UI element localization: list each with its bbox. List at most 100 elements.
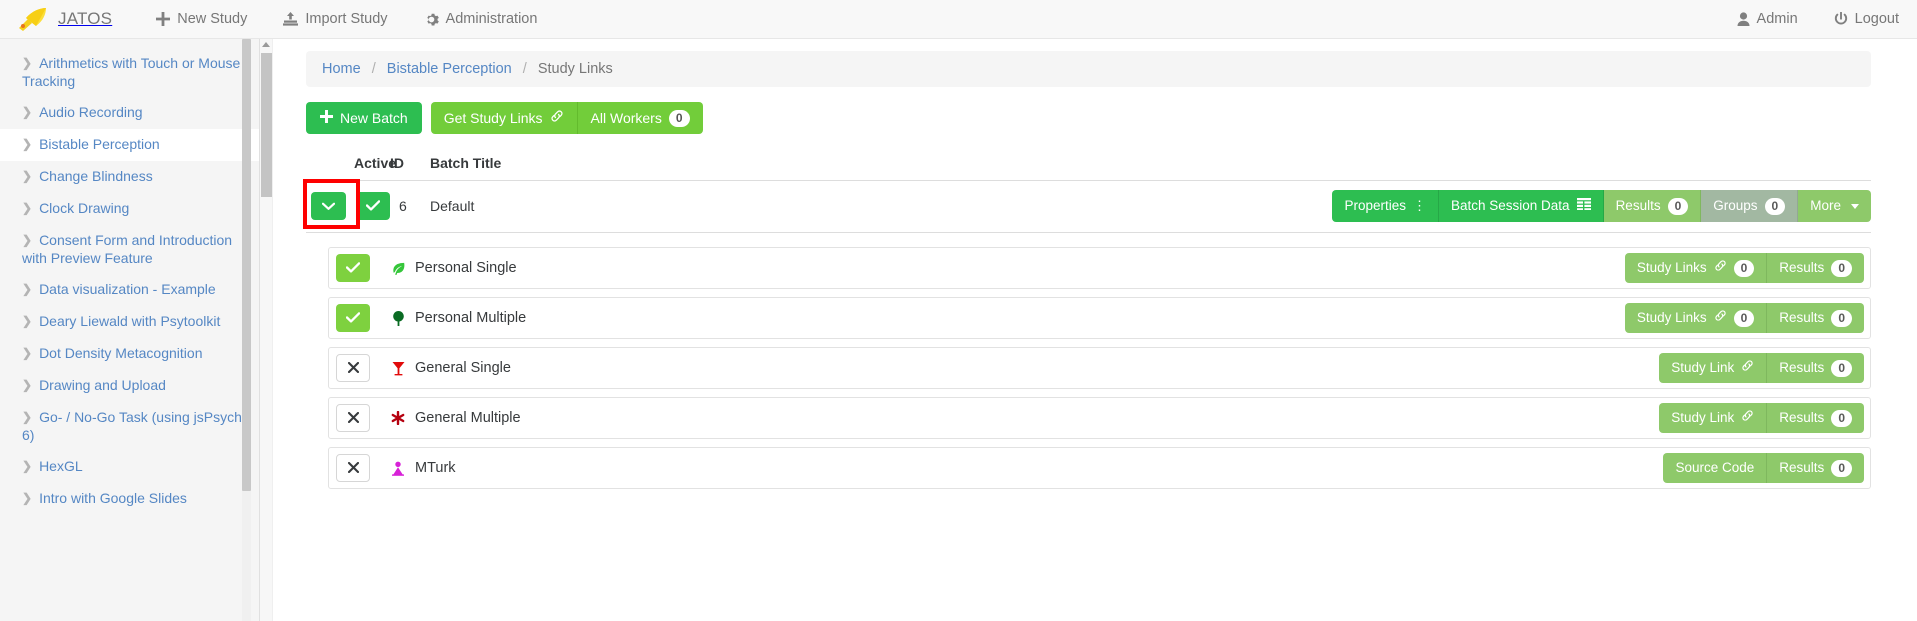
brand-home-link[interactable]: JATOS <box>14 6 112 32</box>
worker-active-toggle[interactable] <box>336 454 370 482</box>
worker-results-label: Results <box>1779 410 1825 425</box>
sidebar-item-label: Bistable Perception <box>39 136 160 152</box>
martini-icon <box>390 361 406 376</box>
batch-actions-group: Properties ⋮ Batch Session Data Results … <box>1332 190 1871 222</box>
main-scrollbar-thumb[interactable] <box>261 53 272 197</box>
get-study-links-button[interactable]: Get Study Links <box>430 102 577 134</box>
sidebar-item-arithmetics[interactable]: ❯ Arithmetics with Touch or Mouse Trackin… <box>0 48 259 97</box>
batch-more-button[interactable]: More <box>1798 190 1871 222</box>
check-icon <box>345 261 361 276</box>
worker-study-link-label: Study Link <box>1671 410 1735 425</box>
sidebar-item-go-nogo[interactable]: ❯ Go- / No-Go Task (using jsPsych 6) <box>0 402 259 451</box>
worker-results-button[interactable]: Results 0 <box>1767 353 1864 383</box>
batch-session-data-button[interactable]: Batch Session Data <box>1438 190 1604 222</box>
batch-id: 6 <box>399 198 407 214</box>
worker-name: General Multiple <box>415 410 521 426</box>
sidebar-item-consent-form[interactable]: ❯ Consent Form and Introduction with Prev… <box>0 225 259 274</box>
breadcrumb-current: Study Links <box>537 61 613 77</box>
worker-actions-group: Study Links 0 Results 0 <box>1624 253 1864 283</box>
all-workers-button[interactable]: All Workers 0 <box>576 102 703 134</box>
batch-groups-button[interactable]: Groups 0 <box>1701 190 1799 222</box>
worker-study-link-button[interactable]: Study Link <box>1659 353 1768 383</box>
study-links-button-group: Get Study Links All Workers 0 <box>430 102 703 134</box>
worker-label-group: Personal Single <box>390 260 517 276</box>
worker-row-personal-single: Personal Single Study Links 0 Results 0 <box>328 247 1871 289</box>
worker-name: Personal Single <box>415 260 517 276</box>
worker-results-count-badge: 0 <box>1831 259 1852 277</box>
worker-row-general-multiple: General Multiple Study Link Results 0 <box>328 397 1871 439</box>
sidebar-scrollbar-thumb[interactable] <box>242 39 251 491</box>
batch-row: 6 Default Properties ⋮ Batch Session Dat… <box>303 179 1871 233</box>
chevron-right-icon: ❯ <box>22 56 33 70</box>
nav-new-study[interactable]: New Study <box>156 11 247 27</box>
sidebar-item-label: Drawing and Upload <box>39 377 166 393</box>
worker-results-count-badge: 0 <box>1831 459 1852 477</box>
link-icon <box>1714 259 1727 277</box>
worker-results-count-badge: 0 <box>1831 409 1852 427</box>
sidebar-item-hexgl[interactable]: ❯ HexGL <box>0 451 259 483</box>
worker-active-toggle[interactable] <box>336 304 370 332</box>
scroll-up-arrow-icon[interactable] <box>262 42 270 47</box>
worker-study-link-button[interactable]: Study Link <box>1659 403 1768 433</box>
sidebar-item-clock-drawing[interactable]: ❯ Clock Drawing <box>0 193 259 225</box>
breadcrumb-home[interactable]: Home <box>322 61 361 77</box>
worker-study-links-button[interactable]: Study Links 0 <box>1624 303 1768 333</box>
get-study-links-label: Get Study Links <box>443 110 543 126</box>
batch-more-label: More <box>1810 198 1841 213</box>
chevron-right-icon: ❯ <box>22 346 33 360</box>
batch-properties-button[interactable]: Properties ⋮ <box>1332 190 1439 222</box>
sidebar-item-drawing-upload[interactable]: ❯ Drawing and Upload <box>0 370 259 402</box>
batch-results-button[interactable]: Results 0 <box>1603 190 1702 222</box>
breadcrumb-study[interactable]: Bistable Perception <box>387 61 512 77</box>
worker-active-toggle[interactable] <box>336 254 370 282</box>
batch-properties-label: Properties <box>1344 198 1406 213</box>
worker-results-button[interactable]: Results 0 <box>1767 253 1864 283</box>
worker-results-button[interactable]: Results 0 <box>1767 303 1864 333</box>
worker-results-button[interactable]: Results 0 <box>1767 403 1864 433</box>
worker-active-toggle[interactable] <box>336 354 370 382</box>
sidebar-item-change-blindness[interactable]: ❯ Change Blindness <box>0 161 259 193</box>
nav-administration[interactable]: Administration <box>424 11 537 27</box>
batch-active-toggle[interactable] <box>355 192 390 220</box>
vertical-dots-icon: ⋮ <box>1412 198 1426 213</box>
sidebar-item-label: Consent Form and Introduction with Previ… <box>22 232 233 266</box>
sidebar-item-label: Clock Drawing <box>39 200 130 216</box>
all-workers-label: All Workers <box>590 110 662 126</box>
worker-results-button[interactable]: Results 0 <box>1767 453 1864 483</box>
sidebar-item-deary-liewald[interactable]: ❯ Deary Liewald with Psytoolkit <box>0 306 259 338</box>
sidebar-item-bistable-perception[interactable]: ❯ Bistable Perception <box>0 129 259 161</box>
nav-import-study[interactable]: Import Study <box>283 11 388 27</box>
cross-icon <box>347 461 359 476</box>
breadcrumb-separator: / <box>371 61 376 77</box>
sidebar-item-label: Change Blindness <box>39 168 153 184</box>
sidebar-item-label: Deary Liewald with Psytoolkit <box>39 313 221 329</box>
nav-import-study-label: Import Study <box>305 11 388 27</box>
sidebar-item-dot-density[interactable]: ❯ Dot Density Metacognition <box>0 338 259 370</box>
breadcrumb: Home / Bistable Perception / Study Links <box>306 51 1871 87</box>
worker-active-toggle[interactable] <box>336 404 370 432</box>
worker-study-links-button[interactable]: Study Links 0 <box>1624 253 1768 283</box>
worker-name: General Single <box>415 360 511 376</box>
worker-row-personal-multiple: Personal Multiple Study Links 0 Results … <box>328 297 1871 339</box>
chevron-right-icon: ❯ <box>22 459 33 473</box>
column-header-batch-title: Batch Title <box>430 155 502 171</box>
new-batch-button[interactable]: New Batch <box>306 102 422 134</box>
worker-actions-group: Source Code Results 0 <box>1663 453 1864 483</box>
nav-logout[interactable]: Logout <box>1834 11 1899 27</box>
import-icon <box>283 12 299 26</box>
batch-results-label: Results <box>1615 198 1661 213</box>
sidebar-item-intro-google-slides[interactable]: ❯ Intro with Google Slides <box>0 483 259 515</box>
worker-study-links-label: Study Links <box>1636 310 1707 325</box>
worker-results-count-badge: 0 <box>1831 309 1852 327</box>
sidebar-item-data-visualization[interactable]: ❯ Data visualization - Example <box>0 274 259 306</box>
mturk-icon <box>390 461 406 476</box>
table-icon <box>1576 197 1591 215</box>
batch-expand-button[interactable] <box>311 192 346 220</box>
link-icon <box>1741 359 1754 377</box>
worker-source-code-button[interactable]: Source Code <box>1663 453 1768 483</box>
nav-admin[interactable]: Admin <box>1737 11 1798 27</box>
link-icon <box>1714 309 1727 327</box>
worker-row-mturk: MTurk Source Code Results 0 <box>328 447 1871 489</box>
sidebar-item-audio-recording[interactable]: ❯ Audio Recording <box>0 97 259 129</box>
main-scrollbar-track[interactable] <box>260 39 273 621</box>
